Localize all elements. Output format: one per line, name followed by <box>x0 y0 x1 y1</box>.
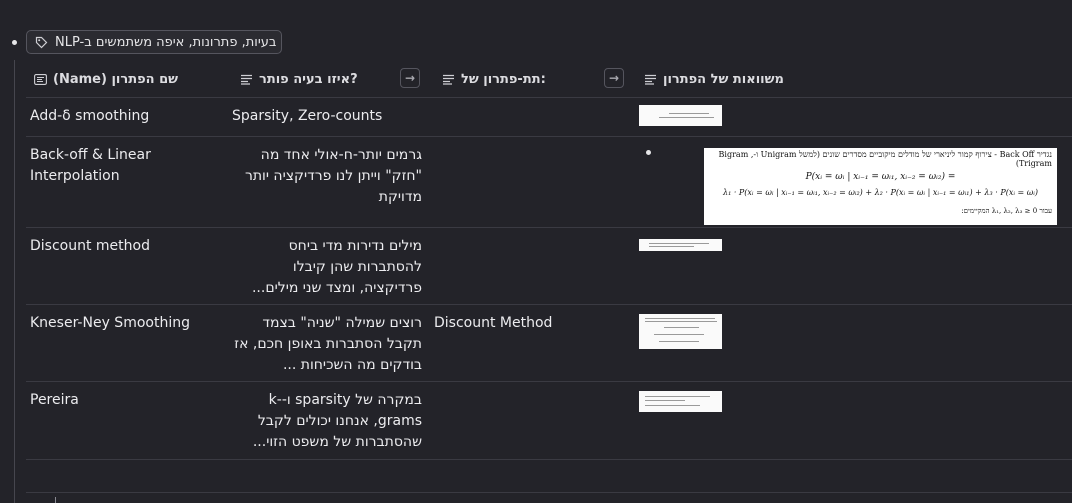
solution-name: Pereira <box>30 392 79 408</box>
subsolution-text: Discount Method <box>434 315 553 331</box>
table-row[interactable]: Kneser-Ney Smoothing רוצים שמילה "שניה" … <box>26 305 1072 382</box>
problem-text: במקרה של sparsity ו-k-grams, אנחנו יכולי… <box>252 392 422 450</box>
bullet-point <box>12 40 17 45</box>
problem-text: גרמים יותר-ח-אולי אחד מה "חזק" וייתן לנו… <box>244 147 422 205</box>
equation-image[interactable] <box>639 105 722 126</box>
column-header-equations[interactable]: משוואות של הפתרון <box>644 62 784 97</box>
table-row[interactable]: Discount method מילים נדירות מדי ביחס לה… <box>26 228 1072 305</box>
solution-name: Discount method <box>30 238 150 254</box>
resize-handle[interactable] <box>55 497 56 503</box>
text-lines-icon <box>241 74 252 85</box>
solution-name: Back-off & Linear Interpolation <box>30 147 151 184</box>
problem-text: Sparsity, Zero-counts <box>232 108 383 124</box>
problem-text: רוצים שמילה "שניה" בצמד תקבל הסתברות באו… <box>234 315 422 373</box>
page-indent-line <box>14 60 15 503</box>
equation-image[interactable] <box>639 239 722 251</box>
solution-name: Add-δ smoothing <box>30 108 150 124</box>
equation-image[interactable]: נגדיר Back Off - צירוף קמור ליניארי של מ… <box>704 148 1057 225</box>
tag-label: NLP-בעיות, פתרונות, איפה משתמשים ב <box>55 34 277 50</box>
text-lines-icon <box>443 74 454 85</box>
table-row[interactable]: Back-off & Linear Interpolation גרמים יו… <box>26 137 1072 228</box>
solution-name: Kneser-Ney Smoothing <box>30 315 190 331</box>
bullet-point <box>646 150 651 155</box>
table-row[interactable]: Add-δ smoothing Sparsity, Zero-counts <box>26 98 1072 137</box>
page-tag[interactable]: NLP-בעיות, פתרונות, איפה משתמשים ב <box>26 30 282 54</box>
solutions-table: (Name) שם הפתרון איזו בעיה פותר? → תת-פת… <box>26 62 1072 493</box>
equation-image[interactable] <box>639 391 722 412</box>
column-header-problem[interactable]: איזו בעיה פותר? <box>240 62 358 97</box>
arrow-right-icon[interactable]: → <box>604 68 624 88</box>
tag-icon <box>35 36 48 48</box>
new-row-placeholder[interactable] <box>26 460 1072 493</box>
text-lines-icon <box>645 74 656 85</box>
table-header: (Name) שם הפתרון איזו בעיה פותר? → תת-פת… <box>26 62 1072 98</box>
column-header-subsolution[interactable]: תת-פתרון של: <box>442 62 546 97</box>
arrow-right-icon[interactable]: → <box>400 68 420 88</box>
table-row[interactable]: Pereira במקרה של sparsity ו-k-grams, אנח… <box>26 382 1072 460</box>
problem-text: מילים נדירות מדי ביחס להסתברות שהן קיבלו… <box>251 238 422 296</box>
equation-image[interactable] <box>639 314 722 349</box>
column-header-name[interactable]: (Name) שם הפתרון <box>34 62 178 97</box>
title-property-icon <box>34 74 47 85</box>
